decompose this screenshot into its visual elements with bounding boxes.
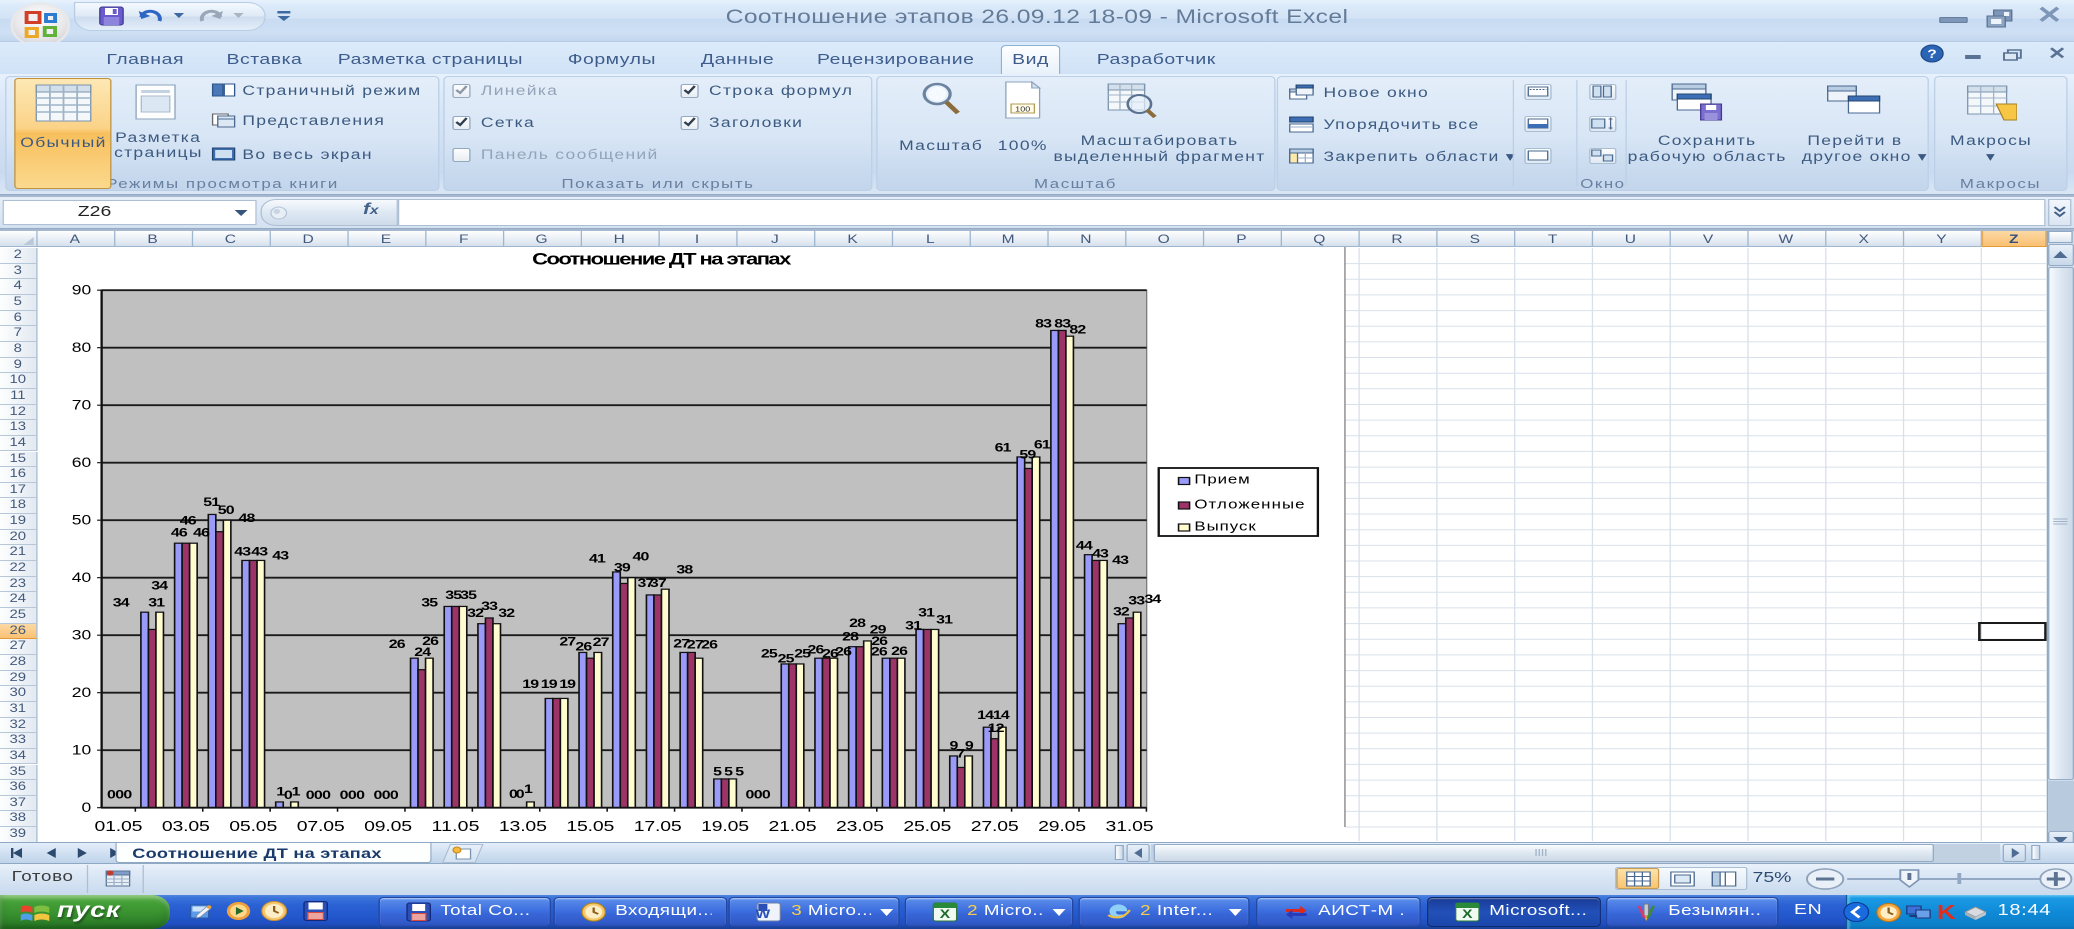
svg-text:000: 000: [106, 788, 131, 802]
svg-text:Выпуск: Выпуск: [1194, 519, 1256, 534]
svg-text:10: 10: [71, 743, 91, 758]
svg-text:27: 27: [592, 635, 609, 649]
svg-text:39: 39: [613, 561, 630, 575]
svg-text:000: 000: [373, 789, 398, 803]
svg-text:15.05: 15.05: [566, 817, 614, 834]
svg-text:31.05: 31.05: [1105, 817, 1153, 834]
svg-text:1: 1: [291, 785, 300, 799]
svg-text:X: X: [1462, 907, 1473, 921]
svg-text:W: W: [756, 907, 771, 921]
svg-text:25: 25: [760, 647, 777, 661]
svg-text:000: 000: [339, 789, 364, 803]
svg-text:12: 12: [987, 722, 1004, 736]
svg-text:7: 7: [956, 747, 965, 761]
svg-text:27.05: 27.05: [970, 817, 1018, 834]
svg-text:X: X: [940, 907, 951, 921]
svg-text:27: 27: [559, 635, 576, 649]
svg-text:31: 31: [936, 613, 953, 627]
svg-text:33: 33: [481, 599, 498, 613]
svg-text:9: 9: [964, 739, 973, 753]
svg-text:31: 31: [905, 619, 922, 633]
svg-text:34: 34: [151, 579, 168, 593]
svg-text:Прием: Прием: [1194, 472, 1249, 487]
svg-text:14: 14: [992, 709, 1009, 723]
svg-text:46: 46: [170, 526, 187, 540]
svg-text:23.05: 23.05: [835, 817, 883, 834]
svg-text:09.05: 09.05: [363, 817, 411, 834]
svg-text:26: 26: [422, 634, 439, 648]
svg-text:20: 20: [71, 686, 91, 701]
svg-text:25: 25: [777, 652, 794, 666]
svg-text:100: 100: [1015, 105, 1031, 113]
svg-text:21.05: 21.05: [768, 817, 816, 834]
svg-text:25.05: 25.05: [903, 817, 951, 834]
svg-text:19.05: 19.05: [700, 817, 748, 834]
svg-text:14: 14: [976, 709, 993, 723]
svg-text:43: 43: [272, 549, 289, 563]
svg-text:26: 26: [700, 638, 717, 652]
svg-text:?: ?: [1927, 47, 1937, 61]
svg-text:26: 26: [575, 640, 592, 654]
svg-text:43: 43: [1091, 547, 1108, 561]
svg-text:61: 61: [1033, 438, 1050, 452]
svg-text:29.05: 29.05: [1038, 817, 1086, 834]
svg-text:44: 44: [1075, 539, 1092, 553]
svg-text:K: K: [1937, 901, 1956, 923]
svg-text:5: 5: [713, 765, 722, 779]
svg-text:34: 34: [112, 596, 129, 610]
svg-text:000: 000: [305, 789, 330, 803]
svg-text:01.05: 01.05: [94, 817, 142, 834]
svg-text:82: 82: [1069, 323, 1086, 337]
svg-text:28: 28: [842, 630, 859, 644]
svg-text:48: 48: [238, 511, 255, 525]
svg-text:60: 60: [71, 456, 91, 471]
svg-text:31: 31: [917, 606, 934, 620]
svg-text:26: 26: [835, 645, 852, 659]
svg-text:80: 80: [71, 341, 91, 356]
svg-text:19: 19: [559, 677, 576, 691]
svg-text:17.05: 17.05: [633, 817, 681, 834]
svg-text:26: 26: [871, 635, 888, 649]
svg-text:40: 40: [71, 571, 91, 586]
svg-text:Отложенные: Отложенные: [1194, 497, 1304, 512]
svg-text:1: 1: [523, 782, 532, 796]
svg-text:13.05: 13.05: [498, 817, 546, 834]
svg-text:43: 43: [234, 545, 251, 559]
svg-text:26: 26: [891, 645, 908, 659]
svg-text:5: 5: [735, 765, 744, 779]
svg-text:03.05: 03.05: [161, 817, 209, 834]
svg-text:35: 35: [421, 596, 438, 610]
svg-text:41: 41: [588, 552, 605, 566]
svg-text:90: 90: [71, 283, 91, 298]
svg-text:46: 46: [192, 526, 209, 540]
svg-text:70: 70: [71, 398, 91, 413]
svg-text:19: 19: [540, 677, 557, 691]
svg-text:34: 34: [1144, 593, 1161, 607]
svg-text:50: 50: [217, 503, 234, 517]
svg-text:33: 33: [1128, 594, 1145, 608]
svg-text:83: 83: [1035, 317, 1052, 331]
svg-text:05.05: 05.05: [229, 817, 277, 834]
svg-text:32: 32: [498, 606, 515, 620]
svg-text:000: 000: [745, 788, 770, 802]
svg-text:43: 43: [251, 545, 268, 559]
svg-text:19: 19: [522, 677, 539, 691]
svg-text:43: 43: [1112, 554, 1129, 568]
svg-text:61: 61: [994, 441, 1011, 455]
svg-text:0: 0: [81, 801, 91, 816]
svg-text:28: 28: [849, 616, 866, 630]
svg-text:40: 40: [632, 550, 649, 564]
svg-text:37: 37: [649, 577, 666, 591]
svg-text:50: 50: [71, 513, 91, 528]
svg-text:26: 26: [388, 638, 405, 652]
svg-text:35: 35: [460, 588, 477, 602]
svg-text:5: 5: [724, 765, 733, 779]
svg-text:11.05: 11.05: [431, 817, 479, 834]
svg-text:07.05: 07.05: [296, 817, 344, 834]
svg-text:31: 31: [148, 596, 165, 610]
svg-text:Соотношение ДТ на этапах: Соотношение ДТ на этапах: [531, 250, 790, 269]
svg-text:38: 38: [676, 563, 693, 577]
svg-text:30: 30: [71, 628, 91, 643]
